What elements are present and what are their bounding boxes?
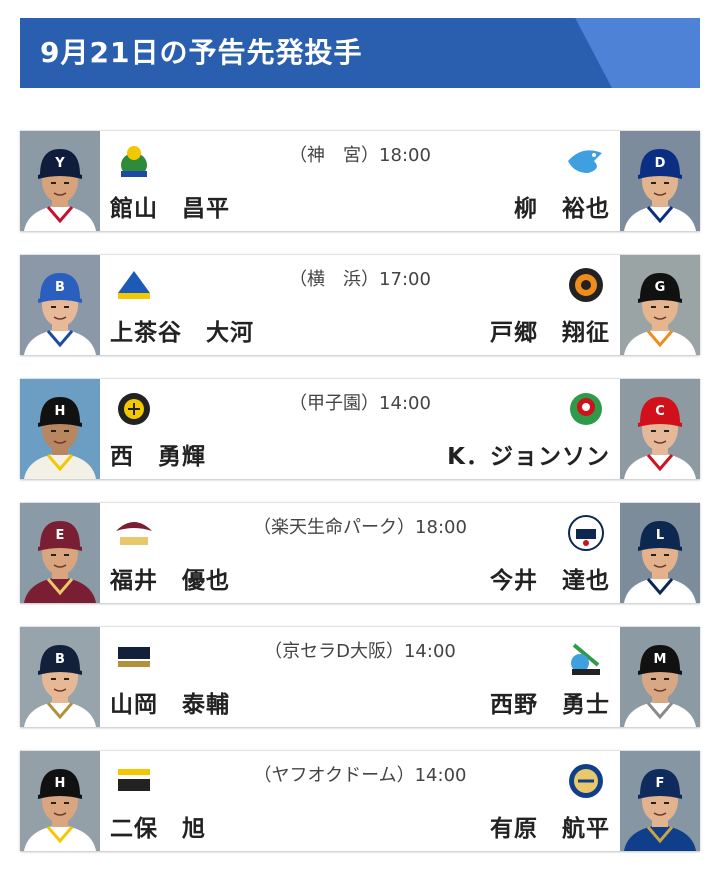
venue-time: （神 宮）18:00 <box>289 145 431 166</box>
game-card[interactable]: Y D （神 宮）18:00 館山 昌平 柳 裕也 <box>20 130 700 231</box>
home-pitcher-name[interactable]: 二保 旭 <box>110 809 206 843</box>
home-pitcher-photo: B <box>20 627 100 727</box>
home-pitcher-name[interactable]: 福井 優也 <box>110 561 230 595</box>
svg-text:C: C <box>655 404 665 419</box>
away-pitcher-name[interactable]: 今井 達也 <box>490 561 610 595</box>
away-pitcher-name[interactable]: 西野 勇士 <box>490 685 610 719</box>
home-pitcher-name[interactable]: 西 勇輝 <box>110 437 206 471</box>
venue-time: （横 浜）17:00 <box>289 269 431 290</box>
page-header: 9月21日の予告先発投手 <box>20 18 700 88</box>
svg-text:Y: Y <box>54 156 65 171</box>
venue-time: （ヤフオクドーム）14:00 <box>253 765 467 786</box>
away-pitcher-name[interactable]: 柳 裕也 <box>514 189 610 223</box>
page-title: 9月21日の予告先発投手 <box>40 36 363 69</box>
away-pitcher-photo: D <box>620 131 700 231</box>
svg-text:B: B <box>55 280 65 295</box>
away-pitcher-name[interactable]: 戸郷 翔征 <box>490 313 610 347</box>
svg-text:H: H <box>55 404 66 419</box>
svg-text:F: F <box>656 776 665 791</box>
away-pitcher-name[interactable]: K．ジョンソン <box>447 437 610 471</box>
svg-text:G: G <box>655 280 666 295</box>
home-pitcher-name[interactable]: 山岡 泰輔 <box>110 685 230 719</box>
home-pitcher-photo: H <box>20 751 100 851</box>
game-card[interactable]: B M （京セラD大阪）14:00 山岡 泰輔 西野 勇士 <box>20 626 700 727</box>
away-pitcher-photo: G <box>620 255 700 355</box>
game-card[interactable]: E L （楽天生命パーク）18:00 福井 優也 今井 達也 <box>20 502 700 603</box>
svg-text:B: B <box>55 652 65 667</box>
svg-text:M: M <box>654 652 667 667</box>
header-accent-stripe <box>575 18 700 88</box>
venue-time: （楽天生命パーク）18:00 <box>253 517 467 538</box>
venue-time: （京セラD大阪）14:00 <box>264 641 456 662</box>
svg-text:E: E <box>56 528 65 543</box>
home-pitcher-photo: E <box>20 503 100 603</box>
away-pitcher-photo: C <box>620 379 700 479</box>
game-card[interactable]: H F （ヤフオクドーム）14:00 二保 旭 有原 航平 <box>20 750 700 851</box>
away-pitcher-photo: M <box>620 627 700 727</box>
home-pitcher-photo: Y <box>20 131 100 231</box>
svg-text:L: L <box>656 528 664 543</box>
venue-time: （甲子園）14:00 <box>289 393 431 414</box>
home-pitcher-name[interactable]: 上茶谷 大河 <box>110 313 254 347</box>
svg-text:H: H <box>55 776 66 791</box>
game-card[interactable]: H C （甲子園）14:00 西 勇輝 K．ジョンソン <box>20 378 700 479</box>
game-card[interactable]: B G （横 浜）17:00 上茶谷 大河 戸郷 翔征 <box>20 254 700 355</box>
home-pitcher-photo: B <box>20 255 100 355</box>
svg-text:D: D <box>655 156 666 171</box>
home-pitcher-photo: H <box>20 379 100 479</box>
away-pitcher-photo: F <box>620 751 700 851</box>
away-pitcher-name[interactable]: 有原 航平 <box>490 809 610 843</box>
away-pitcher-photo: L <box>620 503 700 603</box>
home-pitcher-name[interactable]: 館山 昌平 <box>110 189 230 223</box>
